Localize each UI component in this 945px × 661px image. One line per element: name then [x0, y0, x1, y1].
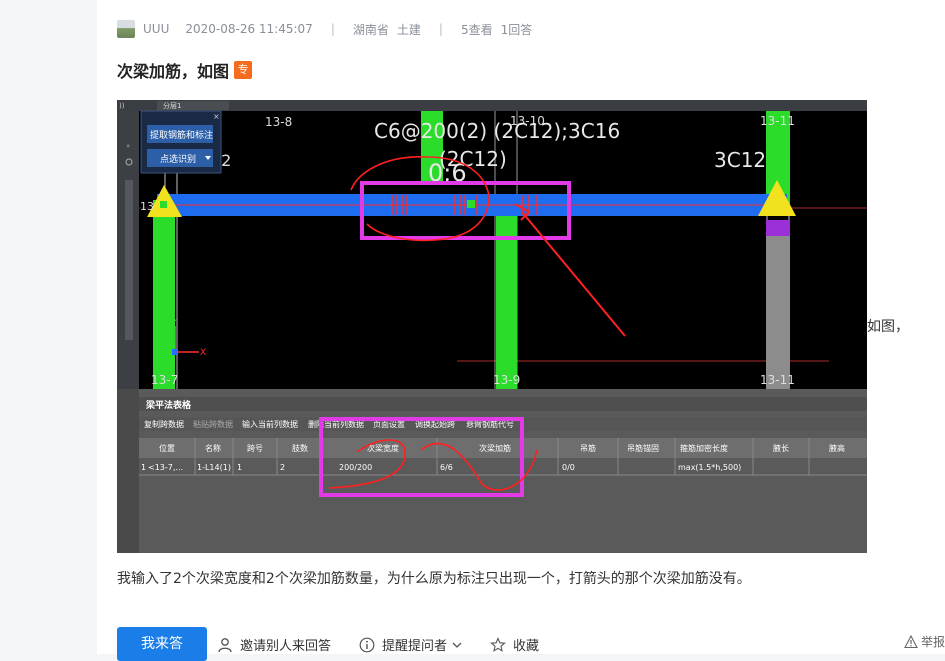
report-label: 举报: [920, 635, 945, 649]
svg-text:»: »: [126, 142, 130, 150]
beam-table-title: 梁平法表格: [145, 399, 192, 411]
chevron-down-icon: [452, 642, 462, 648]
cell-row-number: 1: [141, 463, 146, 472]
col-haunch-height: 腋高: [829, 443, 845, 453]
cell-position[interactable]: <13-7,...: [148, 463, 183, 472]
question-card: UUU 2020-08-26 11:45:07 | 湖南省 土建 | 5查看 1…: [97, 0, 945, 661]
col-name: 名称: [205, 443, 221, 453]
axis-label-13-11-bottom: 13-11: [760, 373, 795, 387]
cell-span-no[interactable]: 1: [237, 463, 242, 472]
answer-count: 1回答: [500, 22, 533, 37]
question-title: 次梁加筋，如图 专: [117, 58, 253, 82]
warning-icon: [904, 634, 918, 648]
cell-secondary-beam-stirrups[interactable]: 6/6: [440, 463, 453, 472]
post-datetime: 2020-08-26 11:45:07: [185, 22, 313, 36]
col-span-no: 跨号: [247, 444, 263, 453]
axis-label-13-8: 13-8: [265, 115, 292, 129]
ucs-y-label: Y: [170, 319, 177, 329]
report-link[interactable]: 举报: [904, 633, 945, 650]
cell-legs[interactable]: 2: [280, 463, 285, 472]
meta-separator: |: [330, 22, 335, 36]
username[interactable]: UUU: [143, 22, 169, 36]
col-hanger-bar: 吊筋: [580, 443, 596, 453]
topbar-left: )): [119, 102, 125, 110]
svg-text:×: ×: [213, 112, 220, 121]
meta-separator: |: [438, 22, 443, 36]
axis-label-13-7: 13-7: [151, 373, 178, 387]
annotation-main: C6@200(2) (2C12);3C16: [374, 119, 620, 143]
axis-label-13: 13: [140, 200, 154, 213]
favorite-link[interactable]: 收藏: [490, 635, 539, 654]
view-count: 5查看: [460, 22, 493, 37]
avatar[interactable]: [117, 20, 135, 38]
col-haunch-length: 腋长: [773, 443, 789, 453]
cell-stirrup-dense-length[interactable]: max(1.5*h,500): [678, 463, 741, 472]
col-hanger-anchor: 吊筋锚固: [627, 443, 659, 453]
question-image[interactable]: )) 分层1 » 13-8 13-10 13-11 13-7 13-9 13-1…: [117, 100, 867, 553]
star-icon: [490, 636, 506, 652]
panel-extract-button[interactable]: 提取钢筋和标注: [150, 129, 213, 141]
specialist-badge: 专: [234, 61, 253, 79]
annotation-3c12: 3C12: [714, 148, 766, 172]
remind-asker-label: 提醒提问者: [382, 639, 448, 654]
col-stirrup-dense-length: 箍筋加密长度: [680, 443, 728, 453]
info-icon: [359, 637, 375, 652]
col-position: 位置: [159, 443, 175, 453]
remind-asker-dropdown[interactable]: 提醒提问者: [359, 635, 470, 654]
answer-button[interactable]: 我来答: [117, 627, 207, 661]
question-meta: UUU 2020-08-26 11:45:07 | 湖南省 土建 | 5查看 1…: [117, 20, 532, 38]
axis-label-13-11-top: 13-11: [760, 114, 795, 128]
col-secondary-beam-width: 次梁宽度: [367, 443, 399, 453]
cell-name[interactable]: 1-L14(1): [197, 463, 231, 472]
toolbar-copy-span[interactable]: 复制跨数据: [144, 419, 184, 429]
question-tail-text: 如图，: [867, 319, 909, 335]
toolbar-input-column[interactable]: 输入当前列数据: [242, 419, 298, 429]
question-body: 我输入了2个次梁宽度和2个次梁加筋数量，为什么原为标注只出现一个，打箭头的那个次…: [117, 571, 751, 587]
post-region: 湖南省: [352, 22, 389, 37]
cell-hanger-bar[interactable]: 0/0: [562, 463, 575, 472]
invite-answer-label: 邀请别人来回答: [240, 639, 332, 654]
action-bar: 我来答 邀请别人来回答 提醒提问者 收藏 举报: [117, 627, 945, 661]
favorite-label: 收藏: [513, 639, 540, 654]
col-secondary-beam-stirrups: 次梁加筋: [479, 443, 511, 453]
cell-secondary-beam-width[interactable]: 200/200: [339, 463, 372, 472]
layer-label: 分层1: [163, 101, 181, 110]
toolbar-paste-span[interactable]: 粘贴跨数据: [193, 419, 233, 429]
axis-label-13-9: 13-9: [493, 373, 520, 387]
question-title-text: 次梁加筋，如图: [117, 62, 230, 81]
invite-answer-link[interactable]: 邀请别人来回答: [217, 635, 331, 654]
post-category[interactable]: 土建: [397, 21, 421, 38]
panel-select-dropdown[interactable]: 点选识别: [160, 153, 196, 165]
ucs-x-label: X: [200, 348, 206, 358]
user-icon: [218, 637, 232, 652]
col-legs: 肢数: [292, 443, 308, 453]
